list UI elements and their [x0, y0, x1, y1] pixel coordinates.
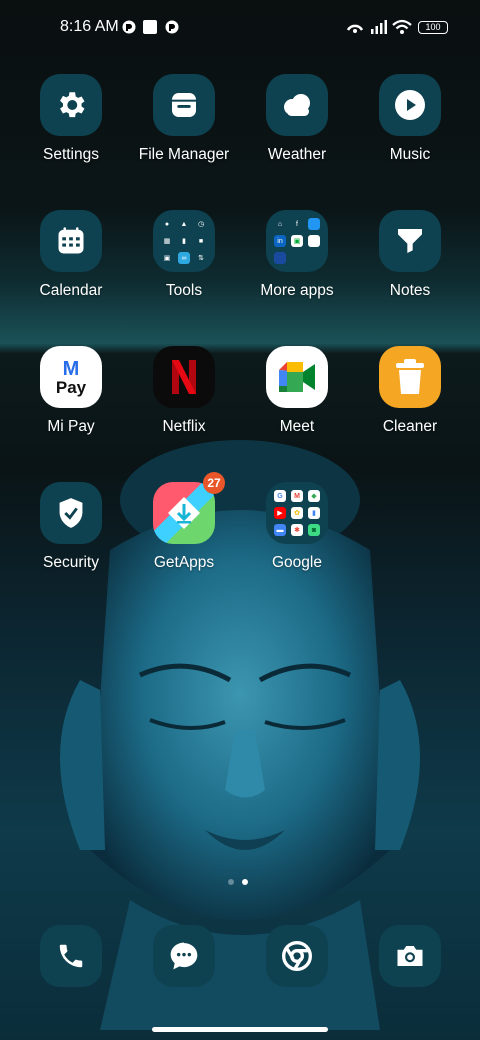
mic-icon: ▮ — [182, 238, 186, 245]
meet-icon — [266, 346, 328, 408]
person-icon: ● — [164, 220, 170, 228]
cart-icon: ⌂ — [277, 220, 283, 228]
empty-slot — [308, 252, 320, 264]
play-icon — [379, 74, 441, 136]
dock-camera[interactable] — [355, 925, 465, 987]
camera-icon — [379, 925, 441, 987]
game-icon — [308, 235, 320, 247]
getapps-icon: 27 — [153, 472, 225, 544]
facebook-icon: f — [296, 220, 298, 228]
app-music[interactable]: Music — [355, 74, 465, 164]
shield-icon — [40, 482, 102, 544]
signal-icon — [370, 18, 388, 36]
dock-browser[interactable] — [242, 925, 352, 987]
booking-icon — [274, 252, 286, 264]
tools-folder-icon: ● ▲ ◷ ▦ ▮ ■ ▣ ∞ ⇅ — [153, 210, 215, 272]
app-settings[interactable]: Settings — [16, 74, 126, 164]
amazon-icon — [308, 218, 320, 230]
android-icon: ◙ — [308, 524, 320, 536]
grid-icon: ▦ — [163, 238, 171, 245]
linkedin-icon: in — [274, 235, 286, 247]
app-meet[interactable]: Meet — [242, 346, 352, 436]
notification-app-icon — [122, 18, 136, 36]
pay-icon: ▮ — [308, 507, 320, 519]
wifi-icon — [392, 18, 412, 36]
page-dot[interactable] — [228, 879, 234, 885]
app-label: Netflix — [162, 418, 206, 435]
messages-icon — [153, 925, 215, 987]
app-label: Settings — [42, 146, 99, 163]
app-label: Security — [43, 554, 99, 571]
battery-icon: 100 — [418, 21, 448, 34]
notification-square-icon — [143, 18, 157, 36]
gmail-icon: M — [291, 490, 303, 502]
app-weather[interactable]: Weather — [242, 74, 352, 164]
browser-icon — [266, 925, 328, 987]
app-label: Tools — [165, 282, 203, 299]
app-label: Notes — [389, 282, 431, 299]
page-dot-active[interactable] — [242, 879, 248, 885]
mi-pay-icon: M Pay — [40, 346, 102, 408]
trash-icon — [379, 346, 441, 408]
app-label: Calendar — [39, 282, 103, 299]
home-gesture-bar[interactable] — [152, 1027, 328, 1032]
page-indicator — [228, 879, 248, 885]
duo-icon: ✱ — [291, 524, 303, 536]
folder-more-apps[interactable]: ⌂ f in ▣ More apps — [242, 210, 352, 300]
app-file-manager[interactable]: File Manager — [129, 74, 239, 164]
google-icon: G — [274, 490, 286, 502]
settings-icon — [40, 74, 102, 136]
app-mi-pay[interactable]: M Pay Mi Pay — [16, 346, 126, 436]
notification-app-icon-2 — [165, 18, 179, 36]
app-label: File Manager — [138, 146, 230, 163]
more-apps-folder-icon: ⌂ f in ▣ — [266, 210, 328, 272]
folder-icon — [153, 74, 215, 136]
google-folder-icon: G M ◆ ▶ ✿ ▮ ▬ ✱ ◙ — [266, 482, 328, 544]
hotspot-icon — [345, 18, 365, 36]
loop-icon: ∞ — [178, 252, 190, 264]
triangle-icon: ▲ — [180, 220, 188, 228]
notification-badge: 27 — [203, 472, 225, 494]
files-icon: ▬ — [274, 524, 286, 536]
notes-icon — [379, 210, 441, 272]
photos-icon: ✿ — [291, 507, 303, 519]
folder-tools[interactable]: ● ▲ ◷ ▦ ▮ ■ ▣ ∞ ⇅ Tools — [129, 210, 239, 300]
app-label: Mi Pay — [47, 418, 95, 435]
empty-slot — [291, 252, 303, 264]
app-label: Cleaner — [382, 418, 438, 435]
app-netflix[interactable]: Netflix — [129, 346, 239, 436]
app-security[interactable]: Security — [16, 482, 126, 572]
app-label: GetApps — [153, 554, 215, 571]
app-label: Music — [389, 146, 431, 163]
status-time: 8:16 AM — [60, 18, 119, 35]
phone-icon — [40, 925, 102, 987]
app-notes[interactable]: Notes — [355, 210, 465, 300]
youtube-icon: ▶ — [274, 507, 286, 519]
video-icon: ■ — [198, 237, 204, 245]
app-label: Google — [272, 554, 322, 571]
app-label: Weather — [267, 146, 327, 163]
status-bar: 8:16 AM 100 — [0, 0, 480, 56]
app-label: Meet — [279, 418, 315, 435]
dock-messages[interactable] — [129, 925, 239, 987]
app-getapps[interactable]: 27 GetApps — [129, 472, 239, 572]
cloud-icon — [266, 74, 328, 136]
netflix-icon — [153, 346, 215, 408]
app-cleaner[interactable]: Cleaner — [355, 346, 465, 436]
app-calendar[interactable]: Calendar — [16, 210, 126, 300]
dock-phone[interactable] — [16, 925, 126, 987]
arrows-icon: ⇅ — [198, 255, 204, 262]
clock-icon: ◷ — [197, 221, 205, 228]
calendar-icon — [40, 210, 102, 272]
app-label: More apps — [260, 282, 334, 299]
maps-icon: ◆ — [308, 490, 320, 502]
folder-google[interactable]: G M ◆ ▶ ✿ ▮ ▬ ✱ ◙ Google — [242, 482, 352, 572]
scanner-icon: ▣ — [163, 255, 171, 262]
tv-icon: ▣ — [291, 235, 303, 247]
